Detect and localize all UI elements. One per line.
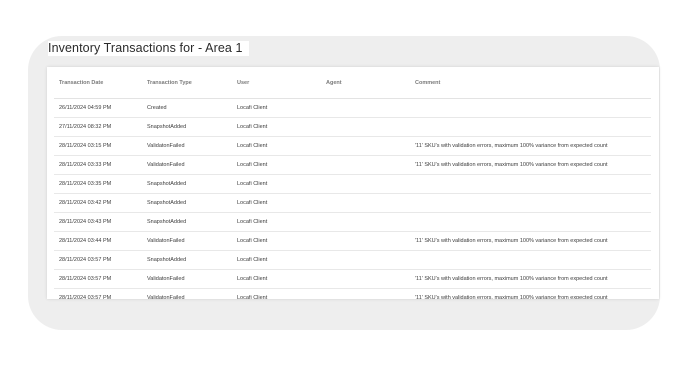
column-header-comment[interactable]: Comment [415,78,440,100]
transaction-type-cell: Created [147,105,167,111]
table-header: Transaction Date Transaction Type User A… [54,78,651,99]
transaction-date-cell: 28/11/2024 03:57 PM [59,276,112,282]
page-title: Inventory Transactions for - Area 1 [48,41,249,56]
user-cell: Locafi Client [237,295,268,299]
column-header-user[interactable]: User [237,78,249,100]
table-row[interactable]: 28/11/2024 03:42 PM SnapshotAdded Locafi C… [54,194,651,213]
user-cell: Locafi Client [237,105,268,111]
transaction-type-cell: ValidatonFailed [147,295,185,299]
table-row[interactable]: 26/11/2024 04:59 PM Created Locafi Client [54,99,651,118]
table-row[interactable]: 28/11/2024 03:33 PM ValidatonFailed Locafi… [54,156,651,175]
user-cell: Locafi Client [237,219,268,225]
transactions-table: Transaction Date Transaction Type User A… [54,78,651,299]
transaction-date-cell: 28/11/2024 03:43 PM [59,219,112,225]
transaction-date-cell: 28/11/2024 03:57 PM [59,257,112,263]
transactions-panel: Transaction Date Transaction Type User A… [47,67,659,299]
table-row[interactable]: 28/11/2024 03:15 PM ValidatonFailed Locafi… [54,137,651,156]
comment-cell: '11' SKU's with validation errors, maxim… [415,162,608,168]
transaction-type-cell: SnapshotAdded [147,200,187,206]
table-row[interactable]: 28/11/2024 03:35 PM SnapshotAdded Locafi C… [54,175,651,194]
transaction-date-cell: 26/11/2024 04:59 PM [59,105,112,111]
user-cell: Locafi Client [237,143,268,149]
transaction-type-cell: SnapshotAdded [147,257,187,263]
table-body: 26/11/2024 04:59 PM Created Locafi Client 2… [54,99,651,299]
transaction-date-cell: 28/11/2024 03:44 PM [59,238,112,244]
transaction-date-cell: 28/11/2024 03:15 PM [59,143,112,149]
table-row[interactable]: 28/11/2024 03:57 PM ValidatonFailed Locafi… [54,289,651,299]
comment-cell: '11' SKU's with validation errors, maxim… [415,238,608,244]
table-row[interactable]: 27/11/2024 08:32 PM SnapshotAdded Locafi C… [54,118,651,137]
table-row[interactable]: 28/11/2024 03:57 PM SnapshotAdded Locafi C… [54,251,651,270]
user-cell: Locafi Client [237,181,268,187]
column-header-transaction-date[interactable]: Transaction Date [59,78,103,100]
column-header-agent[interactable]: Agent [326,78,342,100]
table-row[interactable]: 28/11/2024 03:43 PM SnapshotAdded Locafi C… [54,213,651,232]
comment-cell: '11' SKU's with validation errors, maxim… [415,295,608,299]
user-cell: Locafi Client [237,238,268,244]
user-cell: Locafi Client [237,276,268,282]
user-cell: Locafi Client [237,200,268,206]
transaction-date-cell: 27/11/2024 08:32 PM [59,124,112,130]
transaction-date-cell: 28/11/2024 03:35 PM [59,181,112,187]
transaction-type-cell: SnapshotAdded [147,219,187,225]
transaction-type-cell: ValidatonFailed [147,238,185,244]
user-cell: Locafi Client [237,162,268,168]
column-header-transaction-type[interactable]: Transaction Type [147,78,192,100]
transaction-date-cell: 28/11/2024 03:57 PM [59,295,112,299]
transaction-date-cell: 28/11/2024 03:42 PM [59,200,112,206]
transaction-type-cell: ValidatonFailed [147,143,185,149]
transaction-type-cell: SnapshotAdded [147,181,187,187]
user-cell: Locafi Client [237,124,268,130]
user-cell: Locafi Client [237,257,268,263]
transaction-date-cell: 28/11/2024 03:33 PM [59,162,112,168]
table-row[interactable]: 28/11/2024 03:57 PM ValidatonFailed Locafi… [54,270,651,289]
comment-cell: '11' SKU's with validation errors, maxim… [415,276,608,282]
transaction-type-cell: ValidatonFailed [147,162,185,168]
transaction-type-cell: ValidatonFailed [147,276,185,282]
table-row[interactable]: 28/11/2024 03:44 PM ValidatonFailed Locafi… [54,232,651,251]
transaction-type-cell: SnapshotAdded [147,124,187,130]
comment-cell: '11' SKU's with validation errors, maxim… [415,143,608,149]
